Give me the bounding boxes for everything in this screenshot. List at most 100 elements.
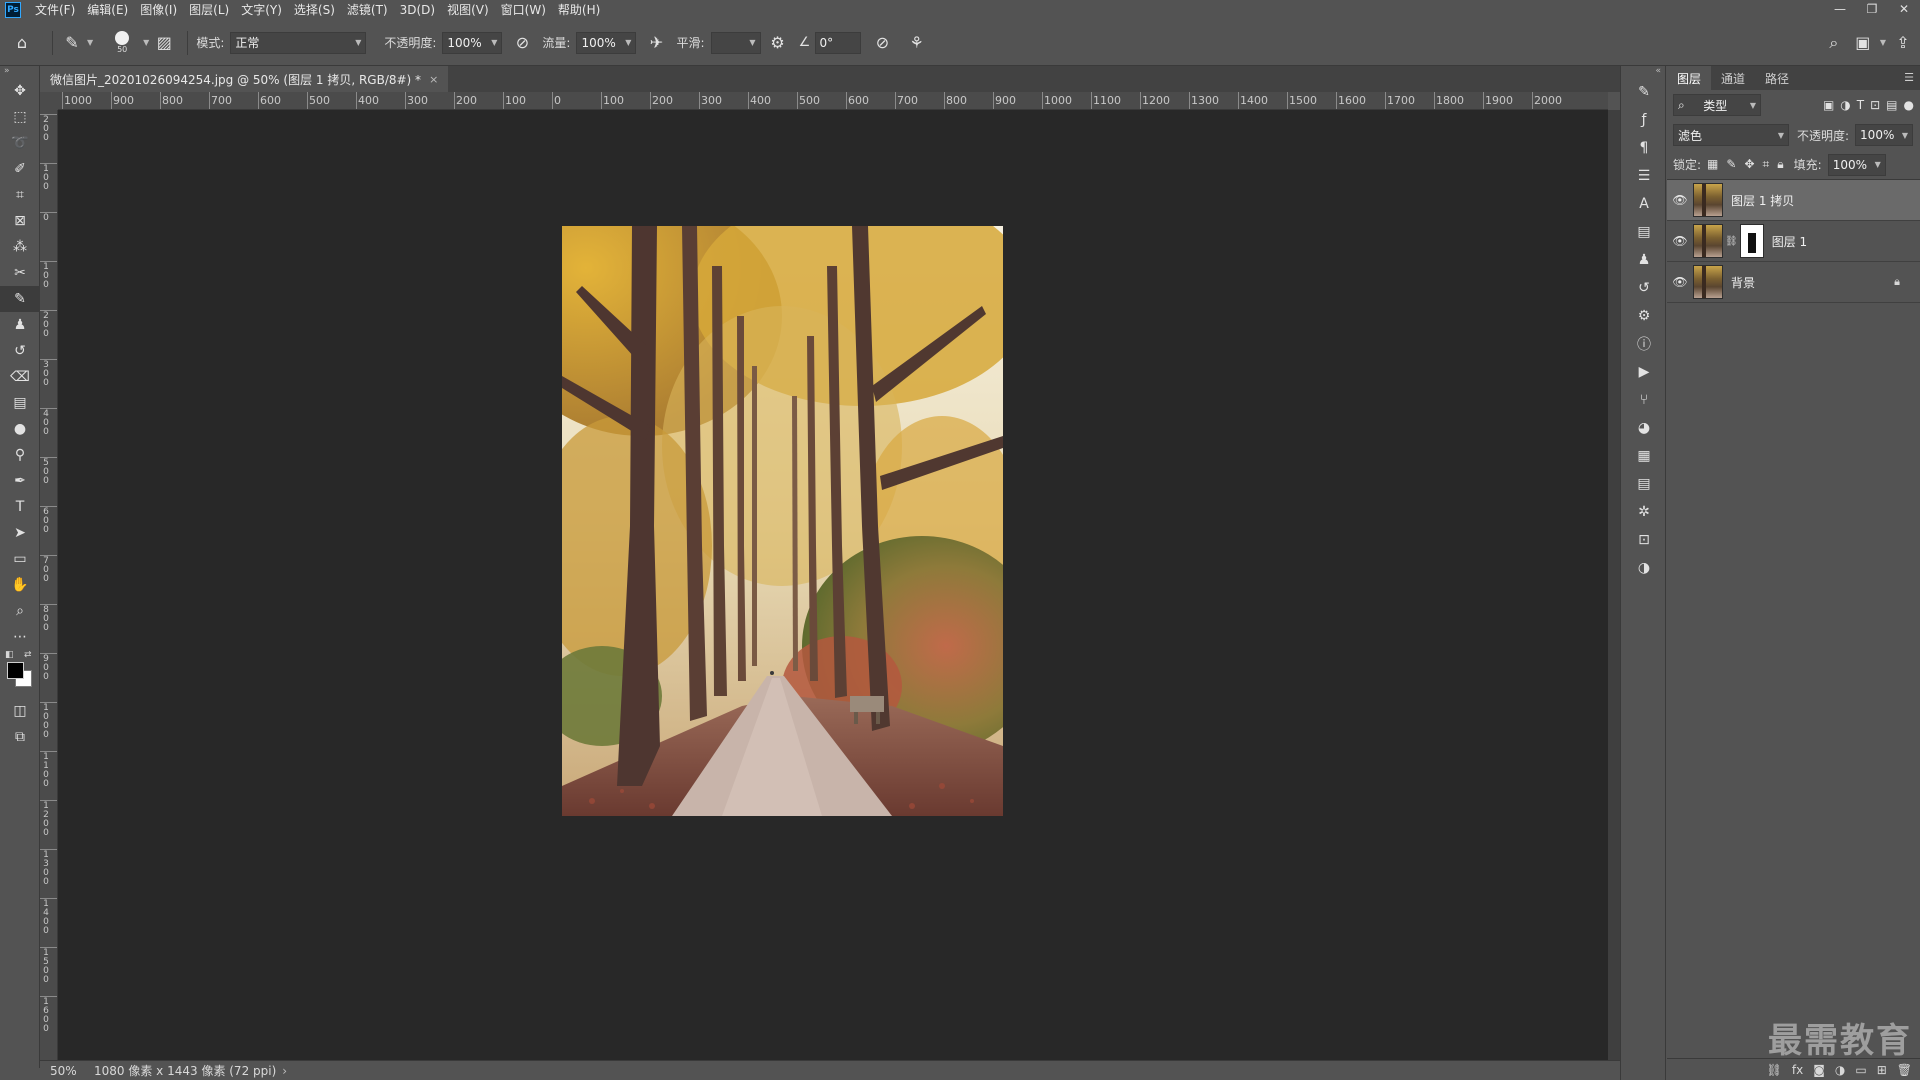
type-filter-icon[interactable]: T	[1857, 98, 1864, 112]
smart-object-filter-icon[interactable]: ▤	[1886, 98, 1897, 112]
history-icon[interactable]: ↺	[1621, 274, 1667, 302]
libraries-icon[interactable]: ▤	[1621, 218, 1667, 246]
link-icon[interactable]: ⛓︎	[1725, 236, 1738, 247]
tab-paths[interactable]: 路径	[1755, 66, 1799, 90]
brush-tool-icon[interactable]: ✎	[0, 286, 40, 312]
properties-icon[interactable]: ⊡	[1621, 526, 1667, 554]
brushes-icon[interactable]: ƒ	[1621, 106, 1667, 134]
eyedropper-tool-icon[interactable]: ⁂	[0, 234, 40, 260]
gradient-tool-icon[interactable]: ▤	[0, 390, 40, 416]
crop-tool-icon[interactable]: ⌗	[0, 182, 40, 208]
styles-icon[interactable]: ⑂	[1621, 386, 1667, 414]
home-icon[interactable]: ⌂	[0, 33, 44, 52]
adjustment-filter-icon[interactable]: ◑	[1840, 98, 1850, 112]
hand-tool-icon[interactable]: ✋	[0, 572, 40, 598]
zoom-level[interactable]: 50%	[40, 1064, 84, 1078]
symmetry-icon[interactable]: ⚘	[905, 33, 929, 52]
dodge-tool-icon[interactable]: ⚲	[0, 442, 40, 468]
add-mask-icon[interactable]: ◙	[1813, 1063, 1825, 1077]
angle-field[interactable]: 0°	[814, 31, 861, 54]
link-layers-icon[interactable]: ⛓︎	[1767, 1063, 1782, 1077]
character-icon[interactable]: A	[1621, 190, 1667, 218]
menu-layer[interactable]: 图层(L)	[183, 0, 235, 20]
clone-stamp-tool-icon[interactable]: ♟	[0, 312, 40, 338]
lock-artboard-icon[interactable]: ⌗	[1763, 157, 1770, 172]
new-layer-icon[interactable]: ⊞	[1877, 1063, 1887, 1077]
brush-tool-preset-icon[interactable]: ✎	[61, 33, 83, 52]
navigator-icon[interactable]: ✲	[1621, 498, 1667, 526]
lock-position-icon[interactable]: ✥	[1744, 157, 1754, 172]
frame-tool-icon[interactable]: ⊠	[0, 208, 40, 234]
fx-icon[interactable]: fx	[1792, 1063, 1803, 1077]
swatches-icon[interactable]: ◕	[1621, 414, 1667, 442]
collapse-icon[interactable]: «	[1621, 66, 1665, 78]
table-icon[interactable]: ▦	[1621, 442, 1667, 470]
menu-edit[interactable]: 编辑(E)	[81, 0, 134, 20]
tab-layers[interactable]: 图层	[1667, 66, 1712, 90]
screen-mode-icon[interactable]: ⧉	[0, 724, 40, 750]
blend-mode-select[interactable]: 滤色 ▼	[1673, 124, 1789, 146]
swap-colors-icon[interactable]: ⇄	[24, 650, 32, 660]
canvas-area[interactable]	[58, 110, 1608, 1060]
quick-mask-icon[interactable]: ◫	[0, 698, 40, 724]
status-menu-arrow-icon[interactable]: ›	[282, 1064, 287, 1078]
more-tools-icon[interactable]: ⋯	[0, 624, 40, 650]
play-icon[interactable]: ▶	[1621, 358, 1667, 386]
history-brush-tool-icon[interactable]: ↺	[0, 338, 40, 364]
tab-channels[interactable]: 通道	[1711, 66, 1755, 90]
restore-button[interactable]: ❐	[1856, 0, 1888, 20]
pressure-size-icon[interactable]: ⊘	[861, 33, 905, 52]
eye-icon[interactable]: 👁︎	[1667, 234, 1693, 248]
opacity-field[interactable]: 100% ▼	[442, 31, 503, 54]
document-image[interactable]	[562, 226, 1003, 816]
panel-menu-icon[interactable]: ☰	[1904, 71, 1914, 84]
close-icon[interactable]: ×	[429, 73, 438, 86]
workspace-icon[interactable]: ▣	[1850, 33, 1876, 52]
gear-icon[interactable]: ⚙	[761, 33, 795, 52]
blur-tool-icon[interactable]: ●	[0, 416, 40, 442]
pen-tool-icon[interactable]: ✒	[0, 468, 40, 494]
type-tool-icon[interactable]: T	[0, 494, 40, 520]
layer-row[interactable]: 👁︎ ⛓︎ 图层 1	[1667, 221, 1920, 262]
layer-row[interactable]: 👁︎ 图层 1 拷贝	[1667, 180, 1920, 221]
info-icon[interactable]: ⓘ	[1621, 330, 1667, 358]
flow-field[interactable]: 100% ▼	[576, 31, 637, 54]
lasso-tool-icon[interactable]: ➰	[0, 130, 40, 156]
marquee-tool-icon[interactable]: ⬚	[0, 104, 40, 130]
layer-mask-thumbnail[interactable]	[1739, 224, 1764, 258]
menu-file[interactable]: 文件(F)	[29, 0, 81, 20]
airbrush-icon[interactable]: ✈	[636, 33, 676, 52]
notes-icon[interactable]: ▤	[1621, 470, 1667, 498]
search-icon[interactable]: ⌕	[1818, 33, 1850, 53]
smoothing-field[interactable]: ▼	[710, 31, 761, 54]
pressure-opacity-icon[interactable]: ⊘	[502, 33, 542, 52]
trash-icon[interactable]: 🗑︎	[1897, 1063, 1912, 1077]
lock-pixels-icon[interactable]: ✎	[1726, 157, 1736, 172]
vertical-ruler[interactable]: 2 0 0 1 0 0 0 1 0 0 2 0 0 3 0 0 4 0 0 5 0 0 6 0 …	[40, 110, 58, 1060]
ruler-corner[interactable]	[40, 92, 58, 110]
collapse-icon[interactable]: »	[0, 66, 39, 78]
healing-brush-tool-icon[interactable]: ✂	[0, 260, 40, 286]
quick-selection-tool-icon[interactable]: ✐	[0, 156, 40, 182]
layer-row[interactable]: 👁︎ 背景 🔒︎	[1667, 262, 1920, 303]
path-selection-tool-icon[interactable]: ➤	[0, 520, 40, 546]
shape-filter-icon[interactable]: ⊡	[1870, 98, 1880, 112]
lock-all-icon[interactable]: 🔒︎	[1777, 157, 1783, 172]
mode-select[interactable]: 正常 ▼	[230, 31, 367, 54]
eraser-tool-icon[interactable]: ⌫	[0, 364, 40, 390]
new-group-icon[interactable]: ▭	[1855, 1063, 1866, 1077]
chevron-down-icon[interactable]: ▼	[87, 38, 93, 47]
document-info[interactable]: 1080 像素 x 1443 像素 (72 ppi)	[94, 1062, 276, 1079]
lock-icon[interactable]: 🔒︎	[1894, 275, 1900, 289]
paragraph-icon[interactable]: ¶	[1621, 134, 1667, 162]
filter-kind-select[interactable]: ⌕ 类型 ▼	[1673, 94, 1761, 116]
brush-settings-panel-icon[interactable]: ▨	[149, 33, 179, 52]
foreground-color-swatch[interactable]	[7, 662, 24, 679]
minimize-button[interactable]: —	[1824, 0, 1856, 20]
vertical-scrollbar[interactable]	[1608, 110, 1620, 1060]
share-icon[interactable]: ⇪	[1886, 33, 1920, 52]
horizontal-ruler[interactable]: 1000 900 800 700 600 500 400 300 200 100 0 100 200 30…	[58, 92, 1608, 110]
brush-settings-icon[interactable]: ✎	[1621, 78, 1667, 106]
close-window-button[interactable]: ✕	[1888, 0, 1920, 20]
menu-window[interactable]: 窗口(W)	[495, 0, 552, 20]
